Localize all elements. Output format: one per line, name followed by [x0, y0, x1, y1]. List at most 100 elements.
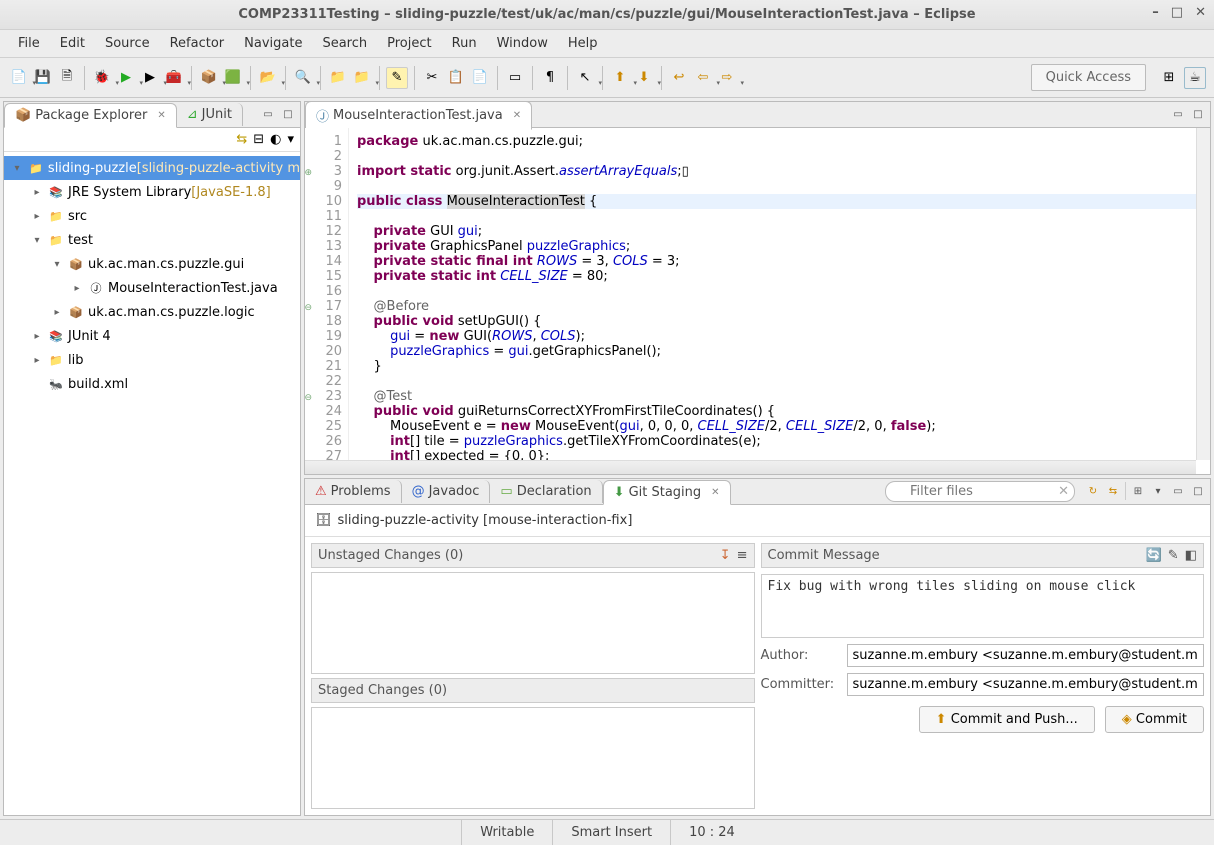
code-line[interactable]: private GraphicsPanel puzzleGraphics; [357, 239, 1196, 254]
code-line[interactable]: int[] expected = {0, 0}; [357, 449, 1196, 460]
annotation-last-button[interactable]: ⬇ [633, 67, 655, 89]
twisty-icon[interactable]: ▸ [70, 283, 84, 294]
horizontal-scrollbar[interactable] [305, 460, 1196, 474]
refresh-button[interactable]: ↻ [1085, 484, 1101, 498]
new-package-button[interactable]: 📦 [198, 67, 220, 89]
fold-toggle-icon[interactable]: ⊖ [305, 301, 312, 310]
twisty-icon[interactable]: ▸ [30, 331, 44, 342]
tree-row[interactable]: ▾📁test [4, 228, 300, 252]
twisty-icon[interactable]: ▸ [30, 355, 44, 366]
code-line[interactable]: package uk.ac.man.cs.puzzle.gui; [357, 134, 1196, 149]
menu-run[interactable]: Run [444, 32, 485, 55]
minimize-view-button[interactable]: ▭ [260, 108, 276, 122]
window-minimize-button[interactable]: – [1152, 5, 1159, 20]
unstaged-list[interactable] [311, 572, 755, 674]
window-close-button[interactable]: ✕ [1195, 5, 1206, 20]
menu-refactor[interactable]: Refactor [162, 32, 233, 55]
git-staging-tab[interactable]: ⬇ Git Staging ✕ [603, 480, 731, 505]
coverage-button[interactable]: ▶ [139, 67, 161, 89]
tree-row[interactable]: ▸📚JUnit 4 [4, 324, 300, 348]
code-line[interactable]: MouseEvent e = new MouseEvent(gui, 0, 0,… [357, 419, 1196, 434]
changeid-icon[interactable]: ◧ [1185, 548, 1197, 563]
twisty-icon[interactable]: ▸ [50, 307, 64, 318]
twisty-icon[interactable]: ▸ [30, 211, 44, 222]
menu-window[interactable]: Window [489, 32, 556, 55]
maximize-view-button[interactable]: □ [1190, 484, 1206, 498]
code-line[interactable] [357, 149, 1196, 164]
declaration-tab[interactable]: ▭ Declaration [490, 480, 602, 503]
tree-row[interactable]: ▸ⒿMouseInteractionTest.java [4, 276, 300, 300]
presentation-icon[interactable]: ≡ [737, 548, 748, 563]
twisty-icon[interactable]: ▾ [10, 163, 24, 174]
twisty-icon[interactable]: ▸ [30, 187, 44, 198]
code-line[interactable]: gui = new GUI(ROWS, COLS); [357, 329, 1196, 344]
code-line[interactable]: private static int CELL_SIZE = 80; [357, 269, 1196, 284]
code-line[interactable]: public void setUpGUI() { [357, 314, 1196, 329]
tree-row[interactable]: ▸📁src [4, 204, 300, 228]
tree-row[interactable]: ▾📦uk.ac.man.cs.puzzle.gui [4, 252, 300, 276]
twisty-icon[interactable]: ▾ [30, 235, 44, 246]
package-explorer-tab[interactable]: 📦 Package Explorer ✕ [4, 103, 177, 128]
author-input[interactable] [847, 644, 1205, 667]
code-line[interactable] [357, 209, 1196, 224]
menu-project[interactable]: Project [379, 32, 439, 55]
last-edit-button[interactable]: ↩ [668, 67, 690, 89]
junit-tab[interactable]: ⊿ JUnit [177, 103, 243, 126]
close-icon[interactable]: ✕ [711, 487, 719, 498]
annotation-next-button[interactable]: ⬆ [609, 67, 631, 89]
tree-row[interactable]: ▸📁lib [4, 348, 300, 372]
run-button[interactable]: ▶ [115, 67, 137, 89]
view-menu-button[interactable]: ▾ [1150, 484, 1166, 498]
code-line[interactable] [357, 284, 1196, 299]
menu-help[interactable]: Help [560, 32, 606, 55]
window-maximize-button[interactable]: □ [1171, 5, 1183, 20]
package-explorer-tree[interactable]: ▾📁sliding-puzzle [sliding-puzzle-activit… [4, 152, 300, 815]
vertical-scrollbar[interactable] [1196, 128, 1210, 460]
collapse-all-button[interactable]: ⇆ [236, 132, 247, 147]
menu-source[interactable]: Source [97, 32, 158, 55]
code-line[interactable]: import static org.junit.Assert.assertArr… [357, 164, 1196, 179]
code-line[interactable]: public void guiReturnsCorrectXYFromFirst… [357, 404, 1196, 419]
show-whitespace-button[interactable]: ¶ [539, 67, 561, 89]
minimize-view-button[interactable]: ▭ [1170, 108, 1186, 122]
save-all-button[interactable]: 🗎 [56, 67, 78, 89]
forward-button[interactable]: ⇨ [716, 67, 738, 89]
minimize-view-button[interactable]: ▭ [1170, 484, 1186, 498]
paste-button[interactable]: 📄 [469, 67, 491, 89]
menu-navigate[interactable]: Navigate [236, 32, 310, 55]
fold-toggle-icon[interactable]: ⊕ [305, 166, 312, 175]
editor-tab[interactable]: Ⓙ MouseInteractionTest.java ✕ [305, 101, 532, 130]
signoff-icon[interactable]: ✎ [1168, 548, 1179, 563]
annotation-prev-button[interactable]: ↖ [574, 67, 596, 89]
cut-button[interactable]: ✂ [421, 67, 443, 89]
tree-row[interactable]: ▸📚JRE System Library [JavaSE-1.8] [4, 180, 300, 204]
open-task-button[interactable]: 📁 [327, 67, 349, 89]
maximize-view-button[interactable]: □ [1190, 108, 1206, 122]
commit-button[interactable]: ◈ Commit [1105, 706, 1204, 733]
commit-message-input[interactable]: Fix bug with wrong tiles sliding on mous… [761, 574, 1205, 638]
run-external-button[interactable]: 🧰 [163, 67, 185, 89]
view-menu-button[interactable]: ▾ [287, 132, 294, 147]
tree-row[interactable]: 🐜build.xml [4, 372, 300, 396]
code-line[interactable]: @Test [357, 389, 1196, 404]
menu-search[interactable]: Search [314, 32, 375, 55]
code-line[interactable]: private GUI gui; [357, 224, 1196, 239]
code-line[interactable]: } [357, 359, 1196, 374]
back-button[interactable]: ⇦ [692, 67, 714, 89]
code-line[interactable]: private static final int ROWS = 3, COLS … [357, 254, 1196, 269]
maximize-view-button[interactable]: □ [280, 108, 296, 122]
new-wizard-button[interactable]: 📄 [8, 67, 30, 89]
new-task-button[interactable]: 📁 [351, 67, 373, 89]
link-button[interactable]: ⇆ [1105, 484, 1121, 498]
clear-icon[interactable]: ✕ [1058, 484, 1069, 499]
close-icon[interactable]: ✕ [157, 110, 165, 121]
toggle-mark-button[interactable]: ✎ [386, 67, 408, 89]
copy-button[interactable]: 📋 [445, 67, 467, 89]
git-filter-input[interactable] [885, 481, 1075, 502]
amend-icon[interactable]: 🔄 [1146, 548, 1162, 563]
focus-task-button[interactable]: ◐ [270, 132, 281, 147]
code-line[interactable]: int[] tile = puzzleGraphics.getTileXYFro… [357, 434, 1196, 449]
java-perspective-button[interactable]: ☕ [1184, 67, 1206, 89]
link-editor-button[interactable]: ⊟ [253, 132, 264, 147]
code-line[interactable]: public class MouseInteractionTest { [357, 194, 1196, 209]
